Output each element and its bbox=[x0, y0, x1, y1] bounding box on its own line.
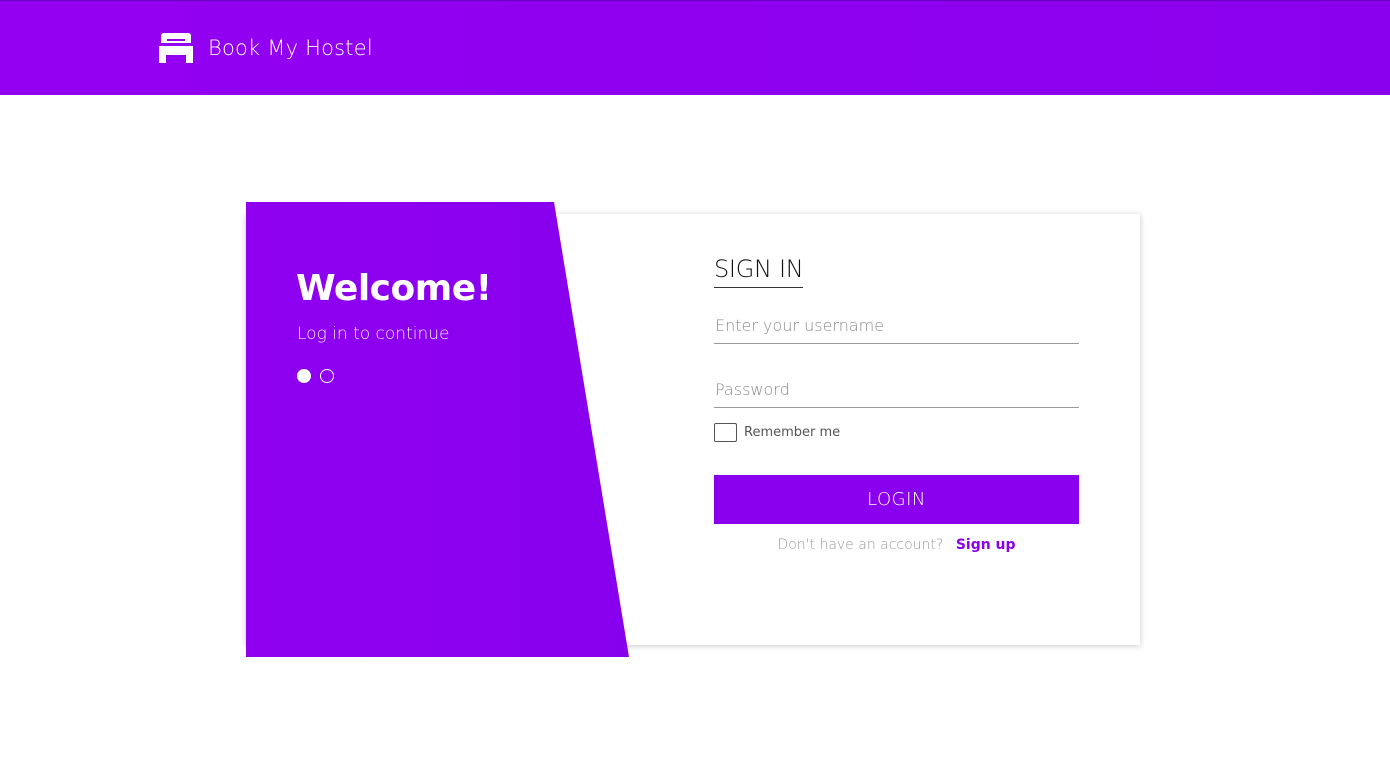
carousel-dot-1[interactable] bbox=[297, 369, 311, 383]
password-input[interactable] bbox=[714, 372, 1079, 408]
remember-me-checkbox[interactable] bbox=[714, 423, 737, 442]
brand-logo-link[interactable]: Book My Hostel bbox=[158, 31, 373, 65]
carousel-dot-2[interactable] bbox=[320, 369, 334, 383]
carousel-indicators bbox=[297, 369, 334, 383]
signup-link[interactable]: Sign up bbox=[956, 537, 1016, 553]
login-button[interactable]: LOGIN bbox=[714, 475, 1079, 524]
signup-row: Don't have an account? Sign up bbox=[714, 537, 1079, 553]
top-navbar: Book My Hostel bbox=[0, 0, 1390, 95]
bed-icon bbox=[159, 33, 193, 63]
brand-name: Book My Hostel bbox=[208, 36, 373, 60]
login-card: Welcome! Log in to continue SIGN IN Reme… bbox=[246, 202, 1141, 657]
signin-heading: SIGN IN bbox=[714, 255, 804, 288]
welcome-panel: Welcome! Log in to continue bbox=[246, 202, 630, 657]
remember-me-label: Remember me bbox=[744, 425, 841, 440]
username-input[interactable] bbox=[714, 308, 1079, 344]
signup-prompt: Don't have an account? bbox=[777, 537, 944, 553]
welcome-subtitle: Log in to continue bbox=[297, 324, 450, 344]
welcome-title: Welcome! bbox=[296, 268, 492, 309]
remember-me-option[interactable]: Remember me bbox=[714, 423, 840, 442]
